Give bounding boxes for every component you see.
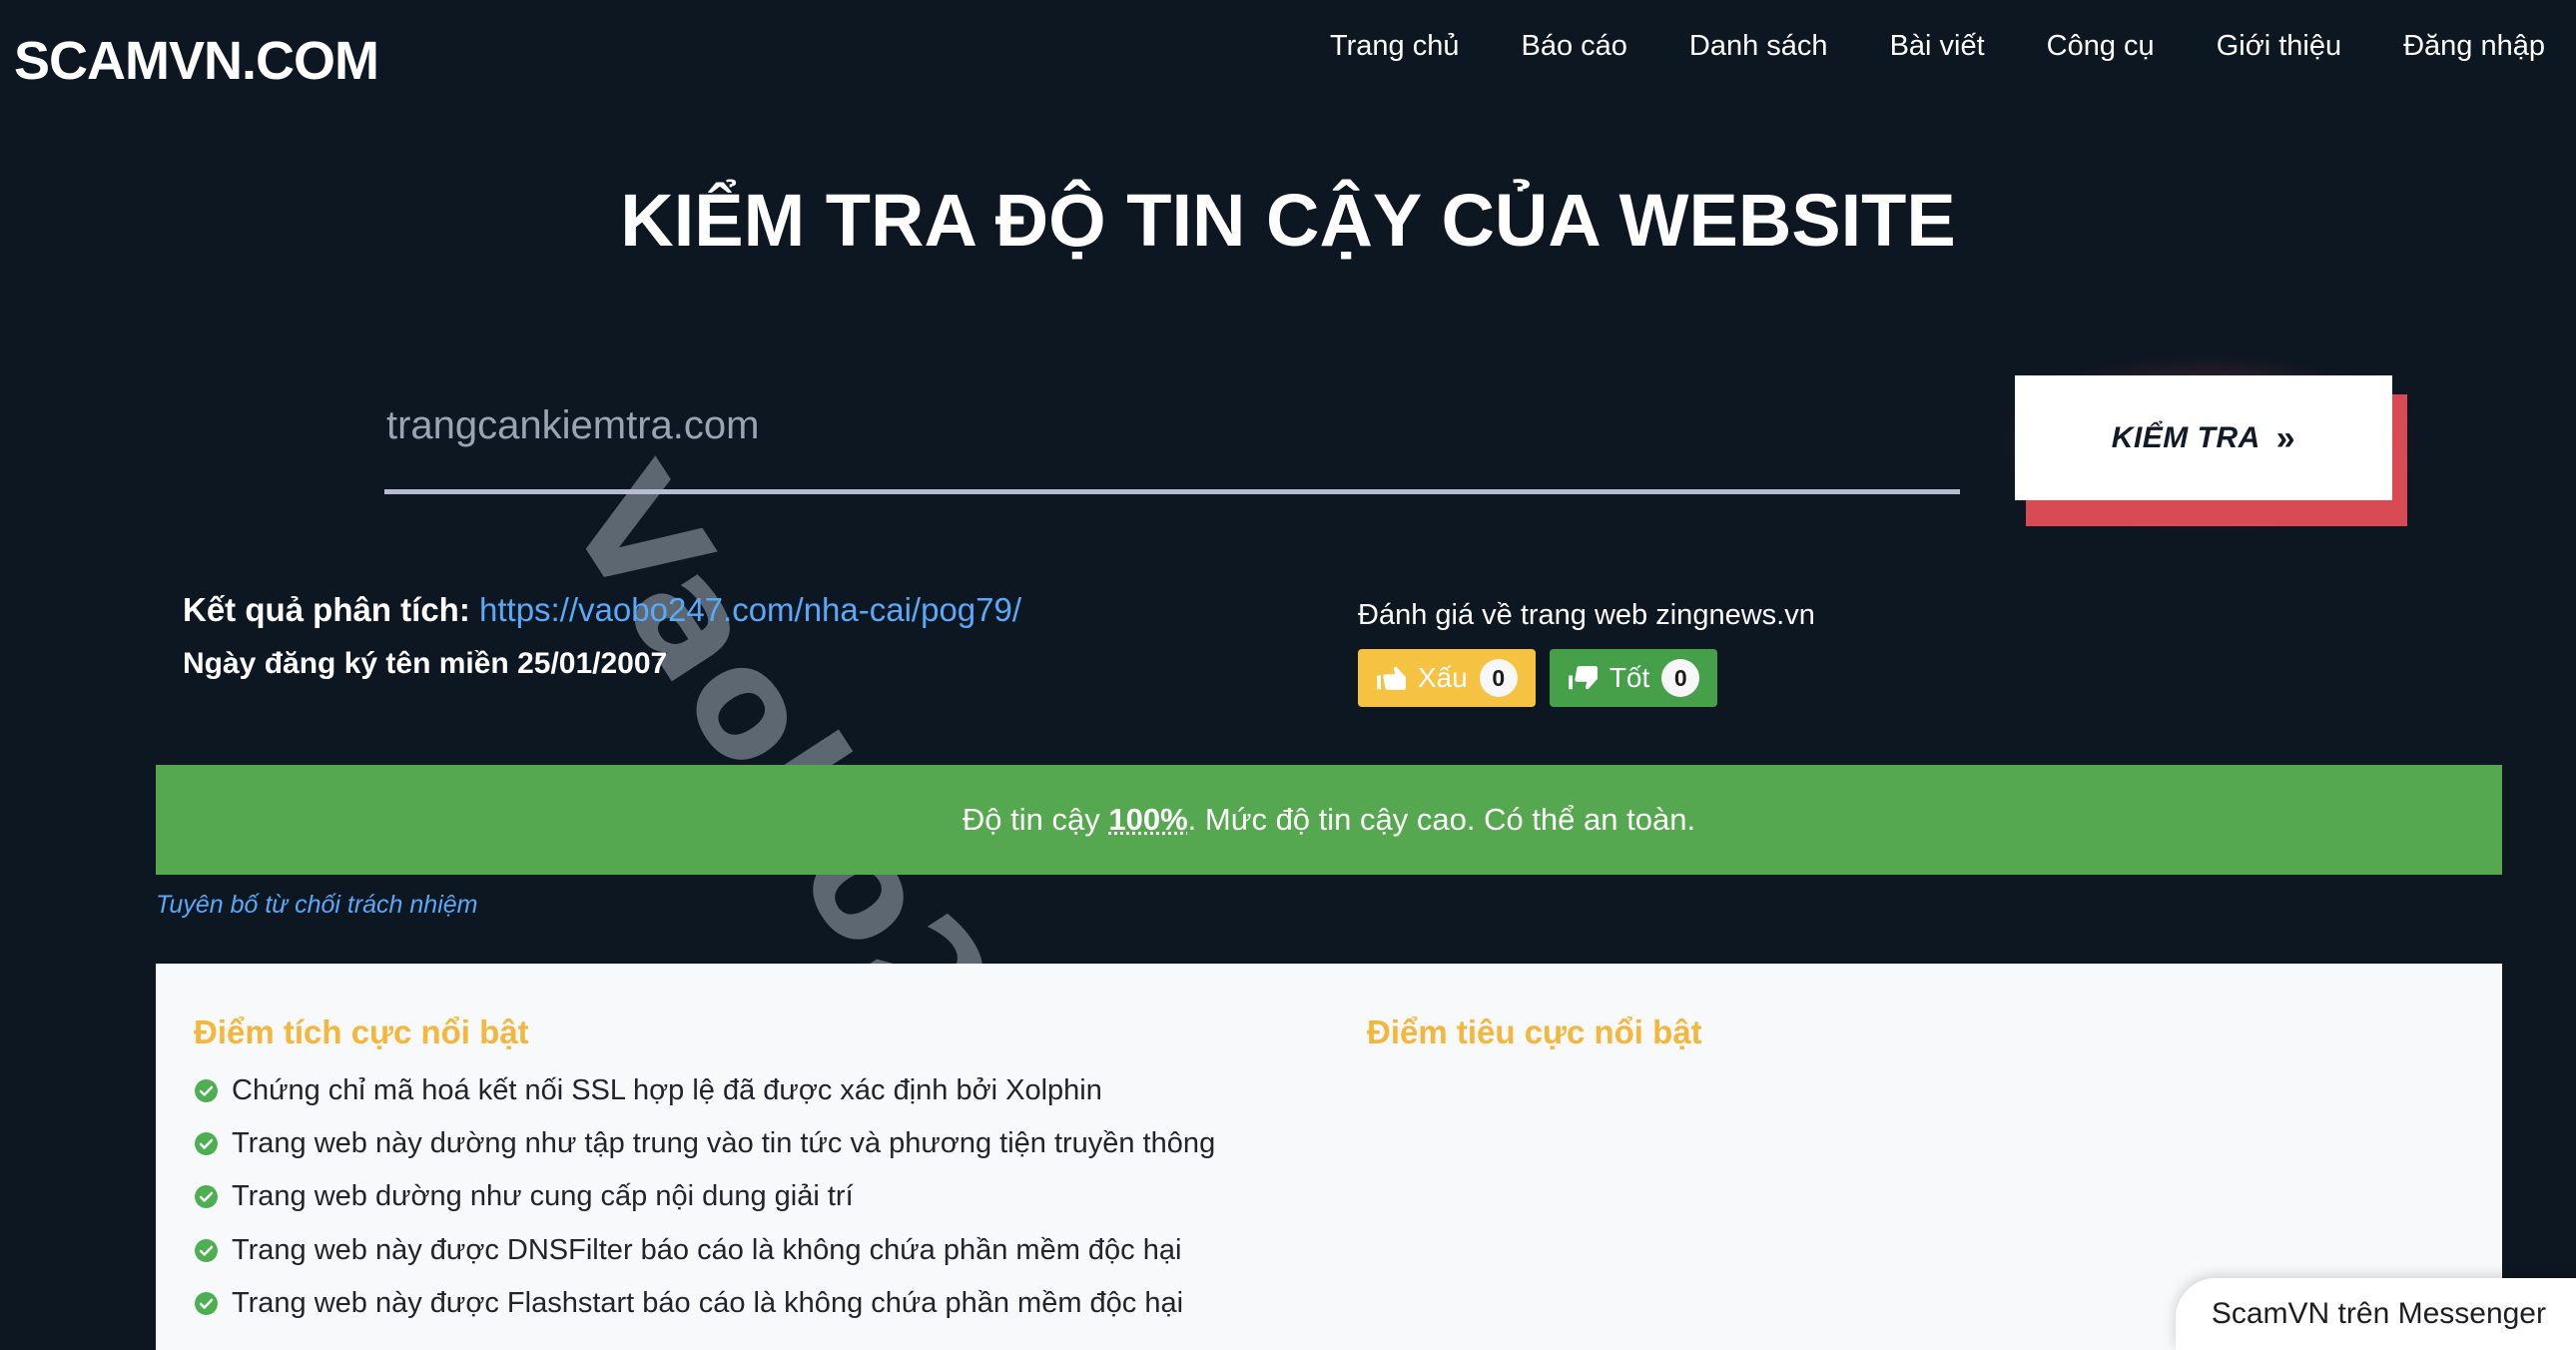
analysis-result-line: Kết quả phân tích: https://vaobo247.com/…: [183, 591, 1021, 629]
main-navigation: Trang chủ Báo cáo Danh sách Bài viết Côn…: [1299, 30, 2576, 63]
vote-good-button[interactable]: Tốt 0: [1549, 649, 1718, 707]
nav-item-gioi-thieu[interactable]: Giới thiệu: [2186, 30, 2372, 63]
analysis-result-block: Kết quả phân tích: https://vaobo247.com/…: [183, 591, 1021, 681]
list-item-label: Trang web dường như cung cấp nội dung gi…: [232, 1180, 854, 1213]
nav-item-trang-chu[interactable]: Trang chủ: [1299, 30, 1491, 63]
trust-score-text: Độ tin cậy 100%. Mức độ tin cậy cao. Có …: [963, 802, 1695, 838]
nav-item-cong-cu[interactable]: Công cụ: [2016, 30, 2186, 63]
check-circle-icon: [194, 1290, 219, 1324]
nav-item-dang-nhap[interactable]: Đăng nhập: [2372, 30, 2576, 63]
positive-points-column: Điểm tích cực nổi bật Chứng chỉ mã hoá k…: [156, 964, 1329, 1350]
domain-registration-date: Ngày đăng ký tên miền 25/01/2007: [183, 647, 668, 680]
check-circle-icon: [194, 1183, 219, 1217]
trust-percent: 100%: [1108, 802, 1188, 837]
check-circle-icon: [194, 1130, 219, 1164]
nav-item-bao-cao[interactable]: Báo cáo: [1490, 30, 1657, 63]
vote-bad-label: Xấu: [1418, 662, 1468, 693]
check-button-label: KIỂM TRA: [2111, 420, 2260, 454]
list-item: Trang web này được Flashstart báo cáo là…: [194, 1286, 1329, 1324]
trust-suffix: . Mức độ tin cậy cao. Có thể an toàn.: [1187, 802, 1696, 837]
vote-good-label: Tốt: [1609, 662, 1650, 693]
list-item-label: Trang web này được DNSFilter báo cáo là …: [232, 1233, 1182, 1266]
rating-buttons: Xấu 0 Tốt 0: [1358, 649, 1815, 707]
check-circle-icon: [194, 1077, 219, 1111]
positive-points-list: Chứng chỉ mã hoá kết nối SSL hợp lệ đã đ…: [194, 1073, 1329, 1324]
analysis-result-label: Kết quả phân tích:: [183, 591, 479, 628]
negative-points-title: Điểm tiêu cực nổi bật: [1367, 1013, 1702, 1050]
messenger-widget[interactable]: ScamVN trên Messenger: [2175, 1278, 2576, 1350]
vote-good-count: 0: [1661, 659, 1700, 697]
list-item-label: Chứng chỉ mã hoá kết nối SSL hợp lệ đã đ…: [232, 1074, 1102, 1106]
search-input-underline: [384, 489, 1960, 494]
rating-block: Đánh giá về trang web zingnews.vn Xấu 0 …: [1358, 599, 1815, 707]
check-button-wrapper: KIỂM TRA »: [2002, 357, 2413, 527]
thumbs-up-icon: [1568, 663, 1598, 693]
list-item: Trang web này được DNSFilter báo cáo là …: [194, 1233, 1329, 1271]
page-title: KIỂM TRA ĐỘ TIN CẬY CỦA WEBSITE: [620, 179, 1956, 262]
thumbs-down-icon: [1376, 663, 1406, 693]
rating-title: Đánh giá về trang web zingnews.vn: [1358, 599, 1815, 631]
vote-bad-count: 0: [1479, 659, 1518, 697]
analysis-result-url[interactable]: https://vaobo247.com/nha-cai/pog79/: [479, 591, 1021, 628]
messenger-widget-label: ScamVN trên Messenger: [2211, 1297, 2546, 1330]
positive-points-title: Điểm tích cực nổi bật: [194, 1013, 529, 1050]
highlights-panel: Điểm tích cực nổi bật Chứng chỉ mã hoá k…: [156, 964, 2502, 1350]
site-header: SCAMVN.COM Trang chủ Báo cáo Danh sách B…: [0, 0, 2576, 118]
list-item: Chứng chỉ mã hoá kết nối SSL hợp lệ đã đ…: [194, 1073, 1329, 1111]
site-logo[interactable]: SCAMVN.COM: [14, 30, 379, 92]
list-item-label: Trang web này được Flashstart báo cáo là…: [232, 1286, 1184, 1319]
trust-prefix: Độ tin cậy: [962, 802, 1109, 837]
nav-item-bai-viet[interactable]: Bài viết: [1859, 30, 2016, 63]
trust-score-banner: Độ tin cậy 100%. Mức độ tin cậy cao. Có …: [156, 765, 2502, 875]
disclaimer-link[interactable]: Tuyên bố từ chối trách nhiệm: [156, 891, 478, 920]
list-item: Trang web dường như cung cấp nội dung gi…: [194, 1179, 1329, 1217]
double-chevron-right-icon: »: [2275, 418, 2296, 457]
nav-item-danh-sach[interactable]: Danh sách: [1658, 30, 1859, 63]
search-input[interactable]: [384, 385, 1962, 465]
check-button[interactable]: KIỂM TRA »: [2015, 375, 2392, 500]
list-item: Trang web này dường như tập trung vào ti…: [194, 1126, 1329, 1164]
check-circle-icon: [194, 1237, 219, 1271]
list-item-label: Trang web này dường như tập trung vào ti…: [232, 1127, 1216, 1160]
vote-bad-button[interactable]: Xấu 0: [1358, 649, 1536, 707]
